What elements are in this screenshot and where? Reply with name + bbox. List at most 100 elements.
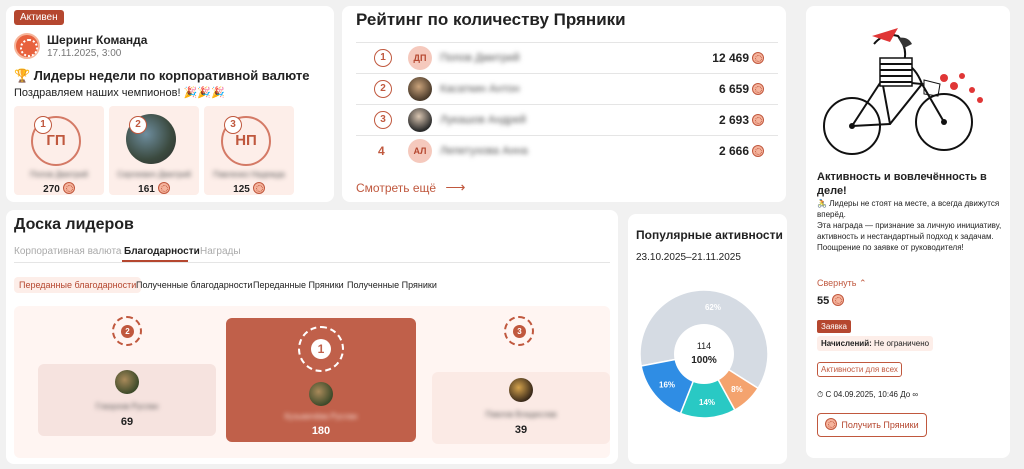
pie-label-2: 14%: [699, 398, 715, 407]
position-3-icon: 3: [374, 111, 392, 129]
podium-place-2[interactable]: Глазунов Руслан 69: [38, 364, 216, 436]
podium-value: 69: [120, 416, 134, 428]
podium-value: 39: [514, 424, 528, 436]
pie-label-0: 62%: [705, 303, 721, 312]
rating-card: Рейтинг по количеству Пряники 1 ДП Попов…: [342, 6, 786, 202]
user-name: Лукашов Андрей: [440, 114, 527, 126]
winner-value: 125: [204, 182, 294, 195]
coin-icon: [752, 145, 764, 157]
avatar: [509, 378, 533, 402]
post-title: 🏆 Лидеры недели по корпоративной валюте: [14, 68, 310, 83]
table-row[interactable]: 4 АЛ Лепетухова Анна 2 666: [356, 135, 778, 166]
board-title: Доска лидеров: [14, 216, 134, 233]
activities-for-all-tag[interactable]: Активности для всех: [817, 362, 902, 377]
coin-icon: [832, 294, 845, 306]
pie-label-3: 16%: [659, 381, 675, 390]
podium-value: 180: [311, 425, 331, 437]
pie-label-1: 8%: [731, 385, 743, 394]
coin-icon: [752, 114, 764, 126]
coin-icon: [62, 182, 75, 194]
author-name[interactable]: Шеринг Команда: [47, 33, 147, 47]
divider: [14, 262, 610, 263]
post-date: 17.11.2025, 3:00: [47, 48, 122, 59]
tab-currency[interactable]: Корпоративная валюта: [14, 246, 122, 257]
rating-value: 12 469: [712, 51, 764, 65]
activity-description: 🚴 Лидеры не стоят на месте, а всегда дви…: [817, 199, 1002, 252]
podium-name: Глазунов Руслан: [95, 402, 159, 411]
team-avatar: [14, 33, 40, 59]
subtab-received-thanks[interactable]: Полученные благодарности: [131, 277, 257, 293]
winner-value: 161: [109, 182, 199, 195]
podium-place-3[interactable]: Павлов Владислав 39: [432, 372, 610, 444]
activity-period: ⏱ С 04.09.2025, 10:46 До ∞: [817, 390, 919, 399]
rating-value: 6 659: [719, 82, 764, 96]
activity-price: 55: [817, 294, 845, 307]
winner-card-1[interactable]: ГП 1 Попов Дмитрий 270: [14, 106, 104, 195]
winner-name: Попов Дмитрий: [30, 170, 88, 179]
avatar: [309, 382, 333, 406]
avatar: АЛ: [408, 139, 432, 163]
table-row[interactable]: 1 ДП Попов Дмитрий 12 469: [356, 42, 778, 73]
leaders-post-card: Активен Шеринг Команда 17.11.2025, 3:00 …: [6, 6, 334, 202]
status-badge: Активен: [14, 10, 64, 25]
winner-card-3[interactable]: НП 3 Павленко Надежда 125: [204, 106, 294, 195]
avatar: [115, 370, 139, 394]
accrual-limit: Начислений: Не ограничено: [817, 336, 934, 351]
avatar: [408, 108, 432, 132]
application-tag: Заявка: [817, 320, 851, 333]
coin-icon: [825, 418, 838, 430]
post-subtitle: Поздравляем наших чемпионов! 🎉🎉🎉: [14, 87, 225, 99]
date-range: 23.10.2025–21.11.2025: [636, 252, 741, 263]
get-gingerbread-button[interactable]: Получить Пряники: [817, 413, 927, 437]
winner-card-2[interactable]: 2 Сергеевич Дмитрий 161: [109, 106, 199, 195]
popular-activities-card: Популярные активности 23.10.2025–21.11.2…: [628, 214, 787, 464]
avatar: ДП: [408, 46, 432, 70]
center-total: 114: [697, 341, 711, 351]
coin-icon: [752, 83, 764, 95]
subtab-sent-thanks[interactable]: Переданные благодарности: [14, 277, 142, 293]
rating-title: Рейтинг по количеству Пряники: [356, 10, 626, 29]
position-1-icon: 1: [34, 116, 52, 134]
winner-name: Павленко Надежда: [213, 170, 285, 179]
user-name: Лепетухова Анна: [440, 145, 528, 157]
position-3-icon: 3: [224, 116, 242, 134]
user-name: Попов Дмитрий: [440, 52, 520, 64]
collapse-link[interactable]: Свернуть ⌃: [817, 278, 867, 289]
avatar: [408, 77, 432, 101]
rating-value: 2 666: [719, 144, 764, 158]
position-number: 4: [378, 144, 385, 158]
leaderboard-card: Доска лидеров Корпоративная валюта Благо…: [6, 210, 618, 464]
position-1-wreath-icon: 1: [298, 326, 344, 372]
winner-value: 270: [14, 182, 104, 195]
table-row[interactable]: 2 Касаткин Антон 6 659: [356, 73, 778, 104]
coin-icon: [252, 182, 265, 194]
position-1-icon: 1: [374, 49, 392, 67]
chart-title: Популярные активности: [636, 228, 783, 242]
arrow-right-icon: ⟶: [445, 179, 466, 195]
user-name: Касаткин Антон: [440, 83, 520, 95]
winner-name: Сергеевич Дмитрий: [117, 170, 191, 179]
subtab-received-gingerbread[interactable]: Полученные Пряники: [342, 277, 442, 293]
coin-icon: [752, 52, 764, 64]
position-2-wreath-icon: 2: [112, 316, 142, 346]
see-more-link[interactable]: Смотреть ещё ⟶: [356, 179, 466, 196]
rating-value: 2 693: [719, 113, 764, 127]
subtab-sent-gingerbread[interactable]: Переданные Пряники: [248, 277, 349, 293]
cyclist-illustration: [823, 28, 983, 155]
activity-title: Активность и вовлечённость в деле!: [817, 171, 987, 197]
position-2-icon: 2: [129, 116, 147, 134]
podium-name: Кузьмичёва Руслан: [284, 412, 358, 421]
tab-awards[interactable]: Награды: [200, 246, 241, 257]
center-pct: 100%: [691, 355, 717, 366]
donut-hole: [674, 324, 734, 384]
coin-icon: [157, 182, 170, 194]
position-3-wreath-icon: 3: [504, 316, 534, 346]
position-2-icon: 2: [374, 80, 392, 98]
podium-place-1[interactable]: 1 Кузьмичёва Руслан 180: [226, 318, 416, 442]
podium: 2 Глазунов Руслан 69 1 Кузьмичёва Руслан…: [14, 306, 610, 458]
podium-name: Павлов Владислав: [485, 410, 557, 419]
activity-card: Активность и вовлечённость в деле! 🚴 Лид…: [806, 6, 1010, 458]
tab-thanks[interactable]: Благодарности: [124, 246, 200, 257]
table-row[interactable]: 3 Лукашов Андрей 2 693: [356, 104, 778, 135]
donut-chart: 62% 8% 14% 16% 114 100%: [639, 289, 769, 419]
